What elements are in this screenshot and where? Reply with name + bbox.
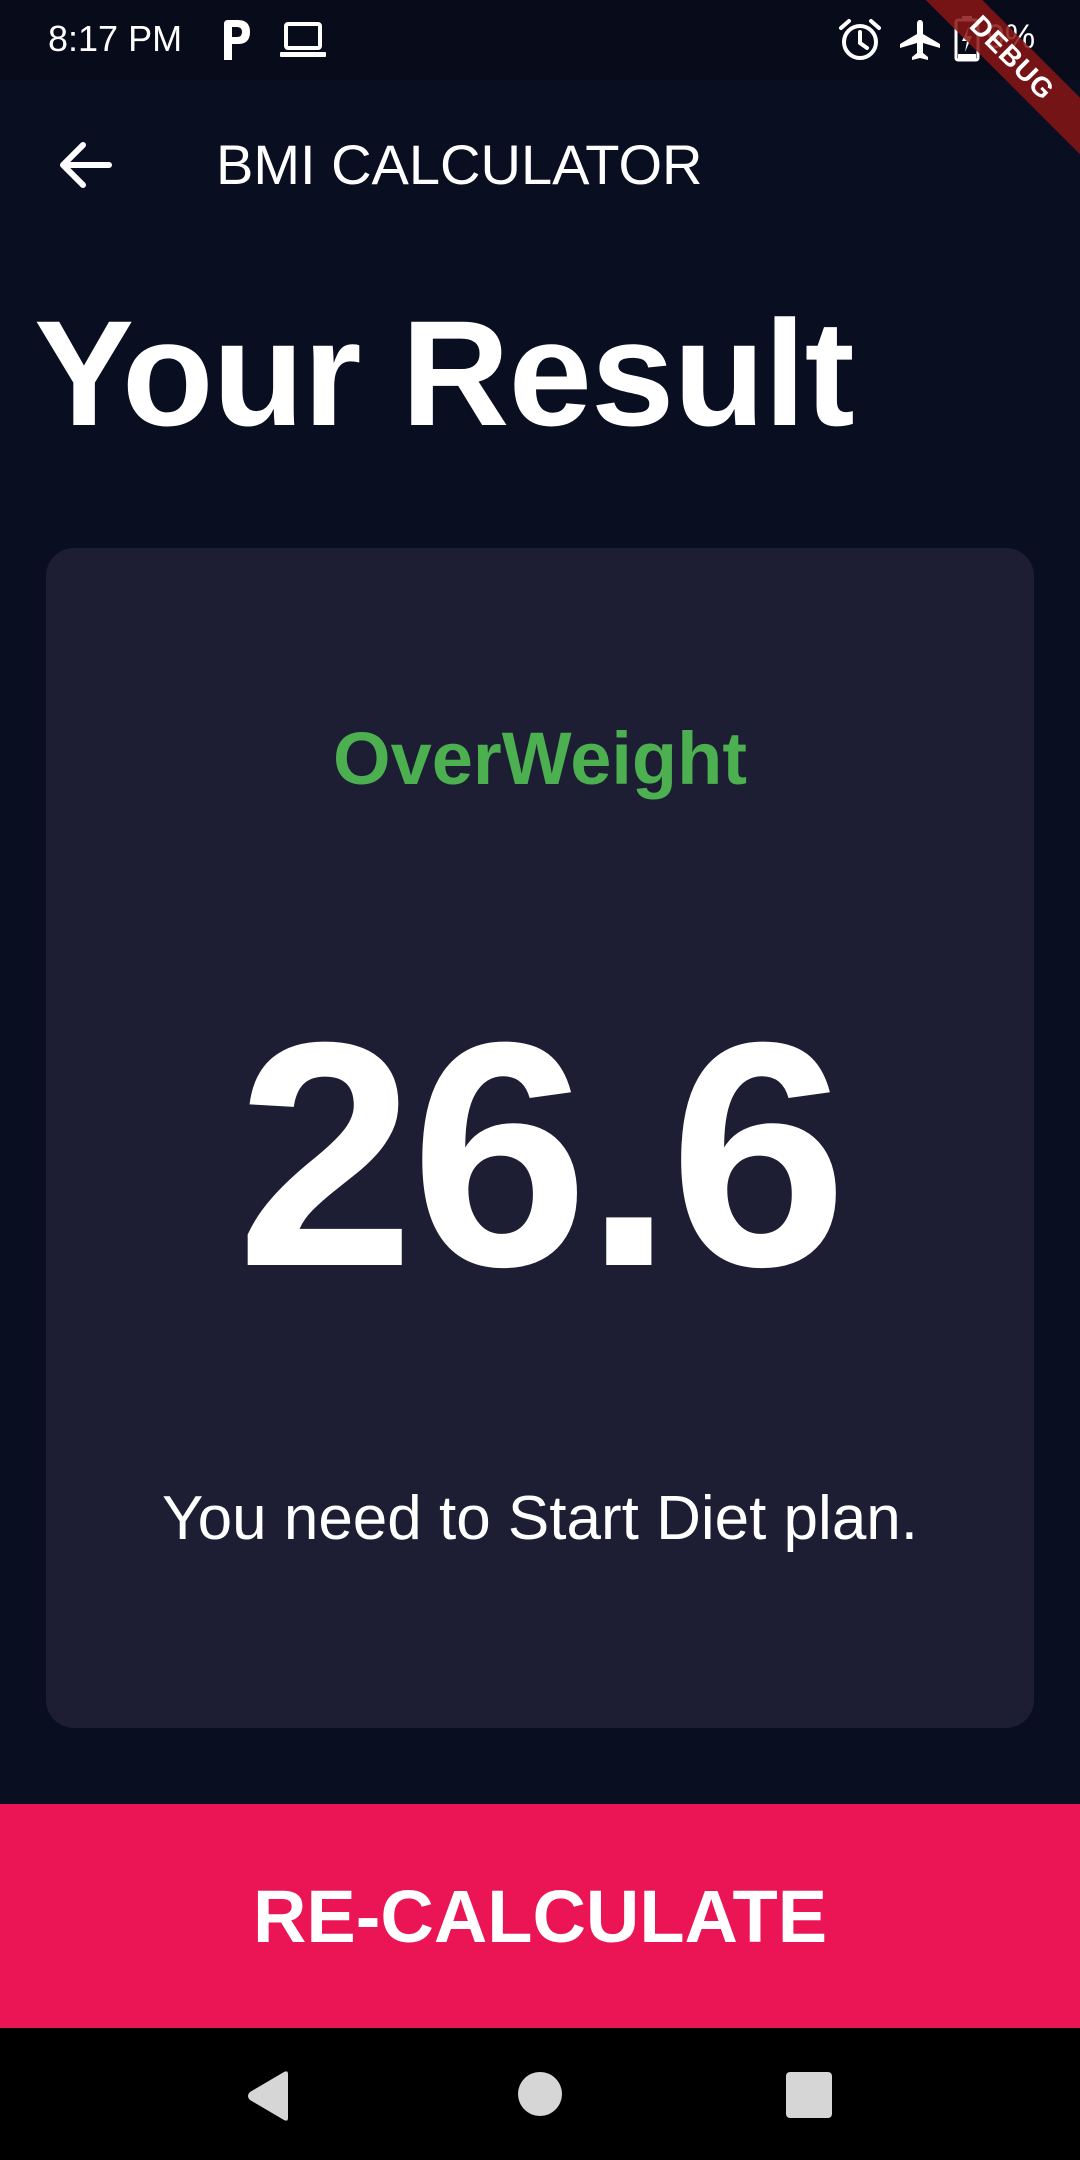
status-time: 8:17 PM	[48, 18, 183, 59]
battery-charging-icon	[954, 16, 980, 62]
result-card: OverWeight 26.6 You need to Start Diet p…	[46, 548, 1034, 1728]
app-bar: BMI CALCULATOR	[0, 80, 1080, 250]
laptop-icon	[280, 22, 326, 57]
system-nav-bar	[0, 2028, 1080, 2160]
status-bar: 8:17 PM 9%	[0, 0, 1080, 80]
battery-percentage: 9%	[986, 18, 1036, 56]
page-title: Your Result	[34, 289, 855, 457]
p-app-icon	[224, 20, 250, 60]
arrow-back-icon	[60, 142, 112, 188]
bmi-result-screen: 8:17 PM 9% DEBUG BMI CALCULATOR Your Res…	[0, 0, 1080, 2160]
nav-recents-icon[interactable]	[786, 2072, 832, 2118]
bmi-value: 26.6	[236, 975, 848, 1333]
result-message: You need to Start Diet plan.	[161, 1484, 919, 1553]
nav-home-icon[interactable]	[518, 2072, 562, 2116]
recalculate-button[interactable]: RE-CALCULATE	[0, 1804, 1080, 2028]
back-button[interactable]	[40, 120, 130, 210]
nav-back-icon[interactable]	[244, 2070, 292, 2122]
airplane-icon	[900, 20, 940, 60]
app-bar-title: BMI CALCULATOR	[216, 133, 703, 196]
alarm-icon	[839, 19, 881, 60]
result-status-label: OverWeight	[333, 717, 747, 800]
